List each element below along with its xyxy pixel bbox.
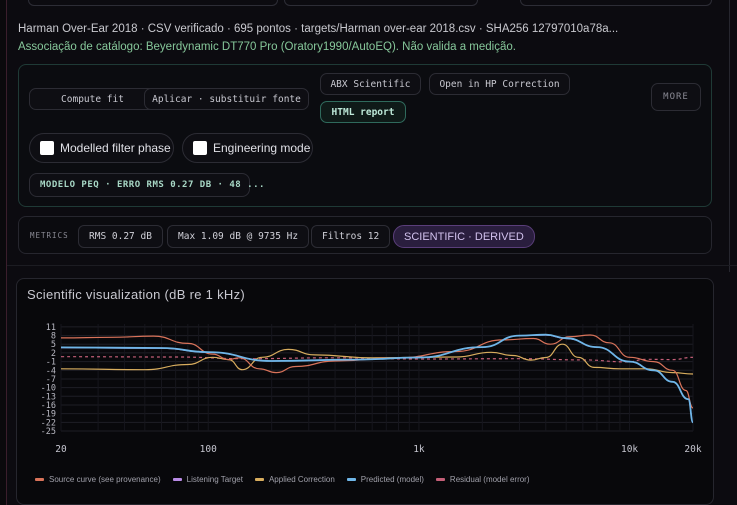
modelled-filter-phase-toggle[interactable]: Modelled filter phase: [29, 133, 174, 163]
legend-label: Listening Target: [186, 475, 243, 484]
section-divider: [7, 265, 737, 266]
scientific-derived-badge: SCIENTIFIC · DERIVED: [393, 225, 535, 248]
series-line-source-curve: [60, 334, 694, 409]
html-report-button[interactable]: HTML report: [320, 101, 406, 123]
legend-swatch: [435, 478, 445, 481]
legend-item: Predicted (model): [346, 475, 424, 484]
engineering-mode-label: Engineering mode: [213, 141, 311, 155]
chart-legend: Source curve (see provenance) Listening T…: [35, 475, 530, 484]
model-status-badge: MODELO PEQ · ERRO RMS 0.27 DB · 48 ...: [29, 173, 264, 197]
x-tick-label: 10k: [621, 444, 638, 455]
scientific-visualization-card: Scientific visualization (dB re 1 kHz) 1…: [16, 278, 714, 505]
x-tick-label: 20: [55, 444, 67, 455]
legend-label: Predicted (model): [360, 475, 424, 484]
apply-replace-source-button[interactable]: Aplicar · substituir fonte: [144, 88, 309, 110]
legend-item: Source curve (see provenance): [35, 475, 161, 484]
compute-fit-button[interactable]: Compute fit: [29, 88, 156, 110]
legend-swatch: [35, 478, 44, 481]
metric-filter-count: Filtros 12: [311, 225, 391, 248]
open-hp-correction-button[interactable]: Open in HP Correction: [429, 73, 570, 95]
x-tick-label: 1k: [413, 444, 425, 455]
more-button[interactable]: MORE: [651, 83, 701, 111]
legend-item: Residual (model error): [435, 475, 530, 484]
legend-swatch: [172, 478, 182, 481]
legend-swatch: [254, 478, 264, 481]
legend-label: Applied Correction: [268, 475, 335, 484]
x-tick-label: 100: [200, 444, 217, 455]
abx-scientific-button[interactable]: ABX Scientific: [320, 73, 421, 95]
actions-panel: Compute fit Aplicar · substituir fonte A…: [18, 64, 712, 207]
metric-rms: RMS 0.27 dB: [78, 225, 163, 248]
modelled-filter-phase-checkbox[interactable]: [40, 141, 54, 155]
left-rail: [0, 0, 7, 505]
legend-swatch: [346, 478, 356, 481]
legend-item: Applied Correction: [254, 475, 335, 484]
frequency-response-chart: 11852-1-4-7-10-13-16-19-22-2520 100 1k 10k 2…: [41, 323, 702, 455]
y-tick-label: -25: [41, 427, 56, 437]
metrics-label: METRICS: [30, 231, 69, 240]
metrics-bar: METRICS RMS 0.27 dB Max 1.09 dB @ 9735 H…: [18, 216, 712, 254]
modelled-filter-phase-label: Modelled filter phase: [60, 141, 171, 155]
engineering-mode-toggle[interactable]: Engineering mode: [182, 133, 313, 163]
file-provenance-line: Harman Over-Ear 2018 · CSV verificado · …: [18, 23, 619, 35]
x-tick-label: 20k: [684, 444, 701, 455]
legend-label: Source curve (see provenance): [49, 475, 161, 484]
legend-item: Listening Target: [172, 475, 243, 484]
engineering-mode-checkbox[interactable]: [193, 141, 207, 155]
legend-label: Residual (model error): [449, 475, 530, 484]
metric-max-error: Max 1.09 dB @ 9735 Hz: [167, 225, 310, 248]
catalog-association-line: Associação de catálogo: Beyerdynamic DT7…: [18, 41, 516, 53]
